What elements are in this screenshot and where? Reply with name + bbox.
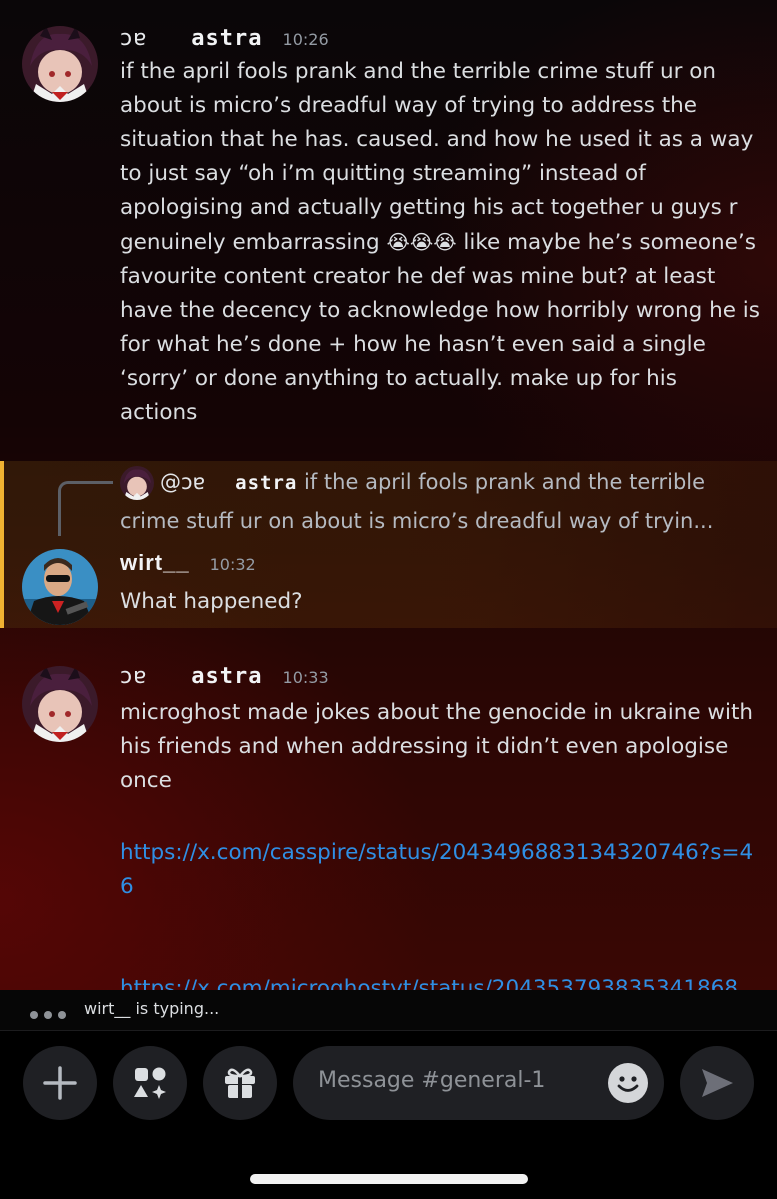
- message-text-part: if the april fools prank and the terribl…: [120, 59, 754, 255]
- reply-username: astra: [235, 472, 298, 494]
- message-text: if the april fools prank and the terribl…: [120, 55, 760, 430]
- add-button[interactable]: [23, 1046, 97, 1120]
- reply-mention: @ɔɐ: [160, 470, 206, 494]
- tweet-link[interactable]: https://x.com/casspire/status/2043496883…: [120, 836, 760, 904]
- message-text: What happened?: [120, 589, 303, 614]
- timestamp: 10:33: [282, 668, 329, 687]
- apps-icon: [134, 1067, 166, 1099]
- message-header: wirt__ 10:32: [120, 550, 256, 576]
- typing-dots-icon: [30, 1004, 72, 1023]
- emoji-icon[interactable]: [608, 1063, 648, 1103]
- send-button[interactable]: [680, 1046, 754, 1120]
- plus-icon: [43, 1066, 77, 1100]
- username-prefix: ɔɐ: [120, 664, 148, 689]
- reply-preview[interactable]: @ɔɐ astra if the april fools prank and th…: [120, 463, 760, 540]
- message-text-part: like maybe he’s someone’s favourite cont…: [120, 230, 760, 425]
- reply-connector: [58, 481, 113, 536]
- gift-icon: [225, 1068, 255, 1098]
- avatar-astra[interactable]: [22, 26, 98, 102]
- avatar-wirt[interactable]: [22, 549, 98, 625]
- avatar-astra[interactable]: [22, 666, 98, 742]
- message-input-placeholder: Message #general-1: [318, 1068, 546, 1093]
- message-text: microghost made jokes about the genocide…: [120, 700, 754, 793]
- message-input[interactable]: Message #general-1: [293, 1046, 664, 1120]
- username[interactable]: wirt__: [120, 550, 190, 576]
- apps-button[interactable]: [113, 1046, 187, 1120]
- timestamp: 10:26: [282, 30, 329, 49]
- send-icon: [702, 1069, 733, 1097]
- typing-indicator: wirt__ is typing...: [0, 990, 777, 1031]
- typing-text: wirt__ is typing...: [84, 999, 220, 1018]
- message-header: ɔɐ astra 10:26: [120, 26, 329, 51]
- timestamp: 10:32: [209, 555, 256, 574]
- reply-avatar: [120, 466, 154, 500]
- username[interactable]: astra: [191, 26, 262, 51]
- home-indicator: [250, 1174, 528, 1184]
- gift-button[interactable]: [203, 1046, 277, 1120]
- message-header: ɔɐ astra 10:33: [120, 664, 329, 689]
- username[interactable]: astra: [191, 664, 262, 689]
- crying-emoji: 😭😭😭: [386, 230, 457, 254]
- username-prefix: ɔɐ: [120, 26, 148, 51]
